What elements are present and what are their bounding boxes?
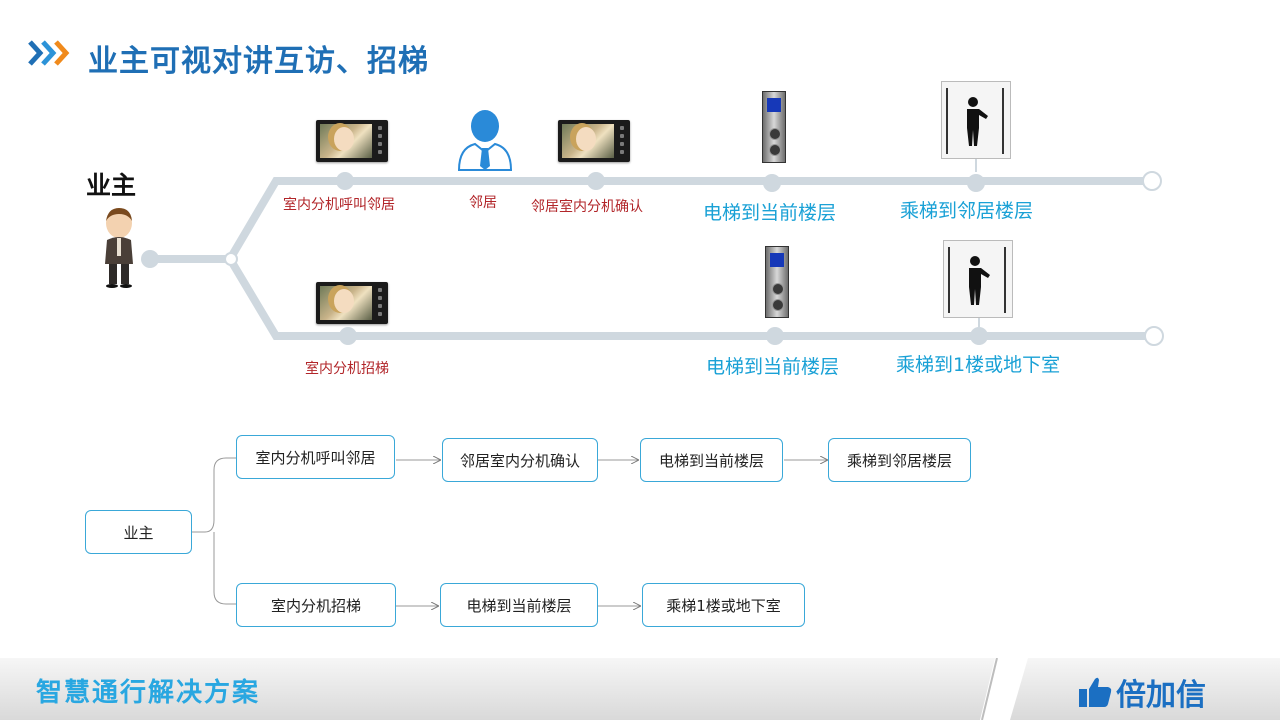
step-label-neighbor: 邻居 bbox=[469, 195, 497, 211]
indoor-monitor-icon bbox=[316, 120, 388, 162]
elevator-panel-icon bbox=[762, 91, 786, 163]
brand-logo: 倍加信 bbox=[1078, 670, 1206, 714]
step-label-elevator-arrive: 电梯到当前楼层 bbox=[703, 202, 837, 224]
flow-box-owner: 业主 bbox=[85, 510, 192, 554]
flow-box-ride-to-ground: 乘梯1楼或地下室 bbox=[642, 583, 805, 627]
flow-box-ride-to-neighbor: 乘梯到邻居楼层 bbox=[828, 438, 971, 482]
neighbor-person-icon bbox=[457, 110, 513, 171]
flow-box-neighbor-confirm: 邻居室内分机确认 bbox=[442, 438, 598, 482]
flow-box-call-elevator: 室内分机招梯 bbox=[236, 583, 396, 627]
chevron-arrows-icon bbox=[28, 40, 70, 66]
flow-box-elevator-arrive-2: 电梯到当前楼层 bbox=[440, 583, 598, 627]
step-label-call-elevator: 室内分机招梯 bbox=[305, 361, 389, 377]
indoor-monitor-icon bbox=[316, 282, 388, 324]
elevator-panel-icon bbox=[765, 246, 789, 318]
flow-track bbox=[141, 158, 1164, 346]
step-label-neighbor-confirm: 邻居室内分机确认 bbox=[531, 199, 643, 215]
step-label-ride-to-ground: 乘梯到1楼或地下室 bbox=[896, 354, 1061, 376]
footer-title: 智慧通行解决方案 bbox=[36, 678, 261, 708]
step-label-elevator-arrive-2: 电梯到当前楼层 bbox=[706, 356, 840, 378]
step-label-call-neighbor: 室内分机呼叫邻居 bbox=[283, 197, 395, 213]
step-label-ride-to-neighbor: 乘梯到邻居楼层 bbox=[900, 200, 1034, 222]
elevator-cabin-icon bbox=[941, 81, 1011, 159]
elevator-cabin-icon bbox=[943, 240, 1013, 318]
flow-box-elevator-arrive: 电梯到当前楼层 bbox=[640, 438, 783, 482]
indoor-monitor-icon bbox=[558, 120, 630, 162]
thumbs-up-icon bbox=[1079, 677, 1112, 707]
brand-name: 倍加信 bbox=[1116, 678, 1206, 713]
flow-box-call-neighbor: 室内分机呼叫邻居 bbox=[236, 435, 395, 479]
